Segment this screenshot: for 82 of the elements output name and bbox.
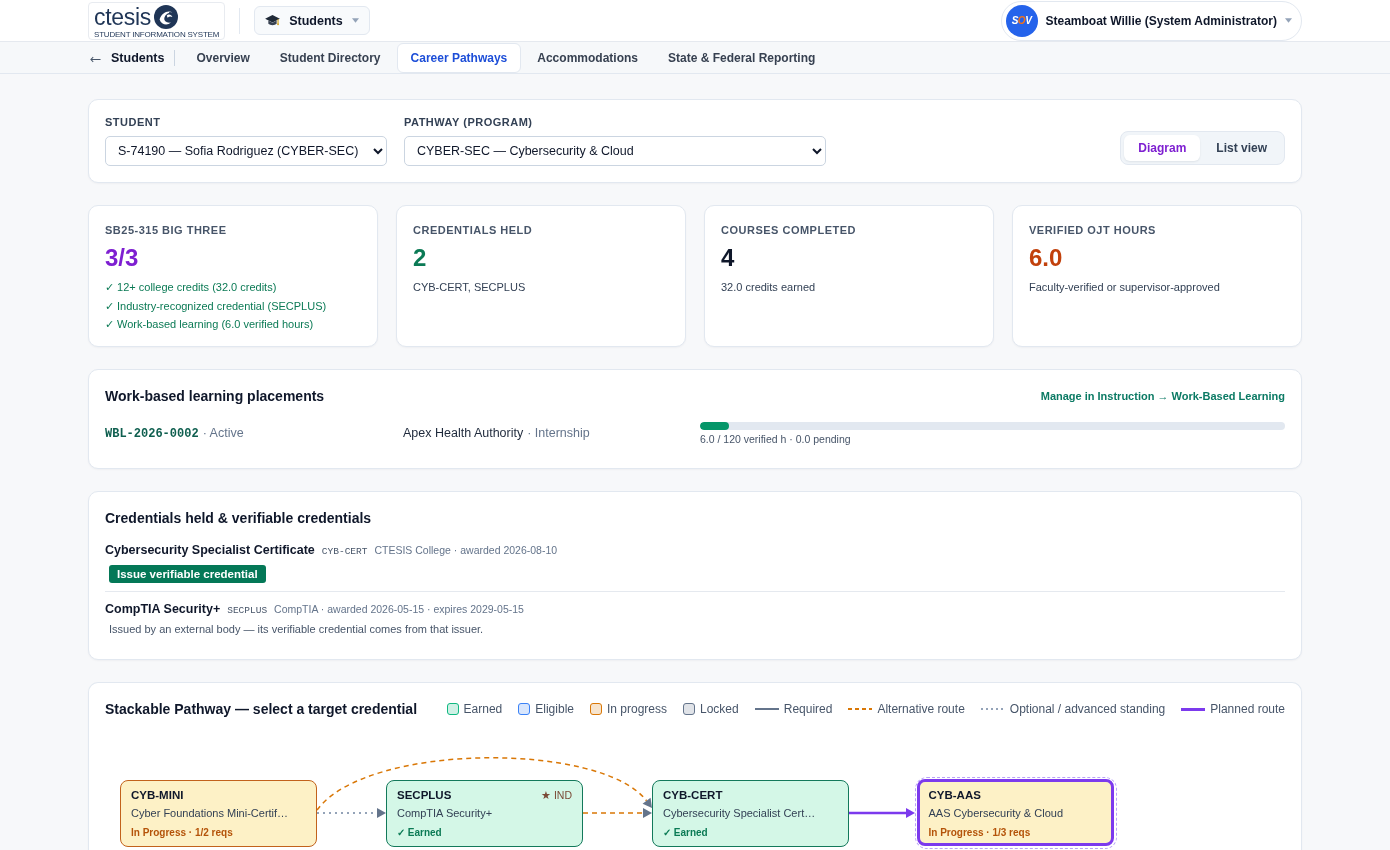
pathway-node[interactable]: CYB-CERT Cybersecurity Specialist Cert… ✓ Earned: [652, 780, 849, 847]
nav-tab[interactable]: Accommodations: [523, 43, 652, 73]
optional-route-arrow: [316, 808, 386, 818]
stat-note: 32.0 credits earned: [721, 281, 816, 294]
credential-meta: CTESIS College · awarded 2026-08-10: [374, 543, 558, 558]
graduation-cap-icon: [265, 14, 281, 27]
manage-link[interactable]: Manage in Instruction → Work-Based Learning: [1040, 390, 1285, 402]
pathway-node[interactable]: CYB-MINI Cyber Foundations Mini-Certif… In Progress · 1/2 reqs: [120, 780, 317, 847]
credential-note: Issued by an external body — its verifiable credential comes from that issuer.: [109, 622, 484, 637]
section-title: Students: [111, 50, 165, 67]
stat-note: Faculty-verified or supervisor-approved: [1029, 281, 1220, 294]
node-title: Cybersecurity Specialist Cert…: [663, 806, 816, 820]
node-status: In Progress · 1/3 reqs: [928, 825, 1031, 839]
checklist-item: ✓ Work-based learning (6.0 verified hours): [105, 317, 314, 332]
node-code: CYB-CERT: [663, 788, 723, 803]
back-arrow-icon[interactable]: [90, 56, 101, 63]
dropdown-select[interactable]: CYBER-SEC — Cybersecurity & Cloud: [404, 136, 826, 166]
user-avatar: SOV: [1005, 4, 1038, 37]
stat-value: 4: [721, 244, 735, 272]
stat-label: CREDENTIALS HELD: [413, 224, 533, 236]
checklist-item: ✓ 12+ college credits (32.0 credits): [105, 280, 277, 295]
logo-tile[interactable]: ctesis STUDENT INFORMATION SYSTEM: [88, 1, 226, 40]
dropdown-select[interactable]: S-74190 — Sofia Rodriguez (CYBER-SEC): [105, 136, 387, 166]
nav-tab[interactable]: Career Pathways: [396, 43, 522, 73]
logo-wordmark: ctesis: [94, 4, 151, 29]
node-code: CYB-MINI: [131, 788, 184, 803]
node-code: CYB-AAS: [928, 787, 981, 803]
card-title: Work-based learning placements: [105, 387, 325, 406]
module-switcher[interactable]: Students: [254, 6, 370, 35]
stat-value: 3/3: [105, 244, 139, 272]
node-status: In Progress · 1/2 reqs: [131, 826, 233, 839]
emblem-icon: [154, 4, 178, 29]
credential-code: CYB-CERT: [321, 545, 368, 559]
stat-label: SB25-315 BIG THREE: [105, 224, 227, 236]
credential-code: SECPLUS: [227, 604, 268, 618]
credential-name: CompTIA Security+: [105, 601, 221, 618]
pathway-node[interactable]: SECPLUS ★ IND CompTIA Security+ ✓ Earned: [386, 780, 583, 847]
view-option[interactable]: List view: [1202, 135, 1281, 161]
node-status: ✓ Earned: [397, 826, 442, 839]
user-name: Steamboat Willie (System Administrator): [1045, 13, 1277, 28]
hours-text: 6.0 / 120 verified h · 0.0 pending: [700, 433, 852, 446]
card-title: Stackable Pathway — select a target credential: [105, 700, 418, 719]
legend-label: Eligible: [535, 702, 574, 716]
view-option[interactable]: Diagram: [1124, 135, 1201, 161]
caret-icon: [1285, 18, 1292, 23]
node-title: CompTIA Security+: [397, 806, 493, 820]
planned-route-arrow: [849, 808, 915, 818]
legend-label: Alternative route: [877, 702, 965, 716]
logo-tagline: STUDENT INFORMATION SYSTEM: [94, 29, 220, 39]
legend-label: Earned: [463, 702, 503, 716]
node-title: AAS Cybersecurity & Cloud: [928, 805, 1063, 820]
placement-status: · Active: [202, 425, 244, 441]
issue-credential-button[interactable]: Issue verifiable credential: [109, 565, 266, 583]
node-status: ✓ Earned: [663, 826, 708, 839]
stat-value: 6.0: [1029, 244, 1063, 272]
legend-label: Required: [783, 702, 833, 716]
stat-value: 2: [413, 244, 427, 272]
field-label: STUDENT: [105, 116, 162, 128]
placement-id[interactable]: WBL-2026-0002: [105, 426, 199, 442]
field-label: PATHWAY (PROGRAM): [404, 116, 534, 128]
stat-note: CYB-CERT, SECPLUS: [413, 281, 526, 294]
card-title: Credentials held & verifiable credentials: [105, 509, 372, 528]
legend-label: Planned route: [1210, 702, 1285, 716]
placement-type: · Internship: [527, 425, 590, 441]
pathway-node[interactable]: CYB-AAS AAS Cybersecurity & Cloud In Progress · 1/3 reqs: [914, 776, 1117, 849]
nav-tab[interactable]: Overview: [182, 43, 264, 73]
user-menu[interactable]: SOV Steamboat Willie (System Administrator): [1000, 0, 1302, 41]
checklist-item: ✓ Industry-recognized credential (SECPLUS): [105, 298, 327, 314]
stat-label: COURSES COMPLETED: [721, 224, 856, 236]
credential-meta: CompTIA · awarded 2026-05-15 · expires 2029-05-15: [274, 602, 524, 617]
nav-tab[interactable]: Student Directory: [265, 43, 395, 73]
stat-label: VERIFIED OJT HOURS: [1029, 224, 1156, 236]
credential-type-label: ★ IND: [541, 788, 572, 803]
legend-label: In progress: [607, 702, 667, 716]
nav-tab[interactable]: State & Federal Reporting: [653, 43, 830, 73]
node-title: Cyber Foundations Mini-Certif…: [131, 806, 289, 820]
credential-name: Cybersecurity Specialist Certificate: [105, 542, 315, 559]
caret-icon: [351, 18, 359, 23]
legend-label: Locked: [700, 702, 739, 716]
employer-name: Apex Health Authority: [403, 425, 524, 441]
node-code: SECPLUS: [397, 788, 452, 803]
legend-label: Optional / advanced standing: [1009, 702, 1166, 716]
